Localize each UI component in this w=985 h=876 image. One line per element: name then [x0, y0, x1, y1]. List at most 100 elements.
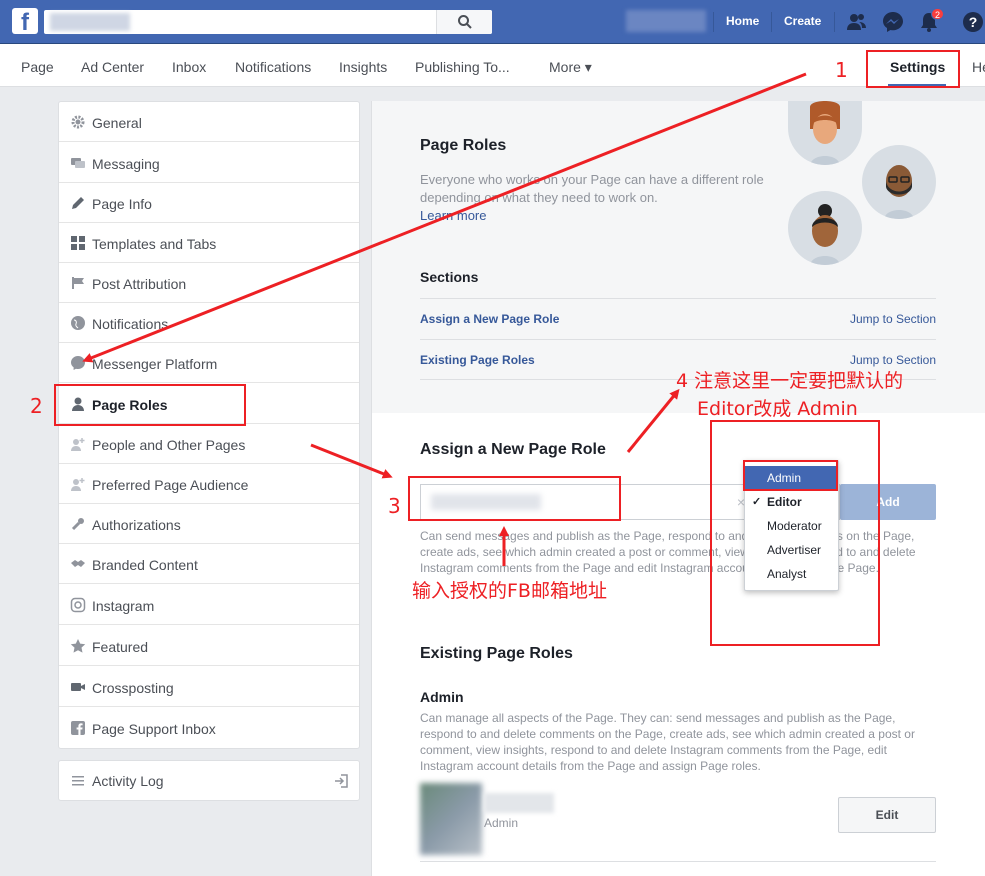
- admin-role-description: Can manage all aspects of the Page. They…: [420, 711, 915, 773]
- sidebar-item-label: Authorizations: [92, 517, 181, 533]
- tab-publishing-tools[interactable]: Publishing To...: [415, 59, 510, 75]
- admin-name-redacted[interactable]: [484, 793, 554, 813]
- tab-page[interactable]: Page: [21, 59, 54, 75]
- sidebar-item-crossposting[interactable]: Crossposting: [59, 667, 359, 707]
- facebook-logo[interactable]: f: [12, 8, 38, 36]
- tab-insights[interactable]: Insights: [339, 59, 387, 75]
- sidebar-item-label: Preferred Page Audience: [92, 477, 249, 493]
- sidebar-item-label: Post Attribution: [92, 276, 187, 292]
- annotation-step-2: 2: [30, 394, 43, 418]
- sidebar-item-label: Templates and Tabs: [92, 236, 217, 252]
- top-navigation-bar: f Home Create 2 ?: [0, 0, 985, 44]
- sidebar-item-notifications[interactable]: Notifications: [59, 303, 359, 343]
- sidebar-item-page-support-inbox[interactable]: Page Support Inbox: [59, 708, 359, 748]
- annotation-step-4-line-2: Editor改成 Admin: [697, 398, 858, 420]
- divider: [771, 12, 772, 32]
- annotation-step-3: 3: [388, 494, 401, 518]
- profile-name-redacted[interactable]: [626, 10, 706, 32]
- page-title: Page Roles: [420, 137, 507, 154]
- learn-more-link[interactable]: Learn more: [420, 208, 486, 223]
- sidebar-item-authorizations[interactable]: Authorizations: [59, 504, 359, 544]
- flag-icon: [72, 277, 84, 289]
- sidebar-item-label: Messenger Platform: [92, 356, 218, 372]
- sidebar-item-branded-content[interactable]: Branded Content: [59, 544, 359, 584]
- sidebar-item-label: Notifications: [92, 316, 169, 332]
- friends-icon[interactable]: [846, 11, 868, 33]
- sidebar-item-templates-and-tabs[interactable]: Templates and Tabs: [59, 223, 359, 263]
- tab-help[interactable]: He: [972, 59, 985, 75]
- edit-button[interactable]: Edit: [838, 797, 936, 833]
- activity-log-button[interactable]: Activity Log: [58, 760, 360, 801]
- section-link-existing[interactable]: Existing Page Roles: [420, 353, 535, 367]
- tab-inbox[interactable]: Inbox: [172, 59, 206, 75]
- sidebar-item-label: Messaging: [92, 156, 160, 172]
- sidebar-item-label: Branded Content: [92, 557, 198, 573]
- highlight-settings-tab: [866, 50, 960, 88]
- activity-log-label: Activity Log: [92, 773, 164, 789]
- tab-more[interactable]: More ▾: [549, 59, 592, 76]
- sidebar-item-page-info[interactable]: Page Info: [59, 183, 359, 223]
- facebook-logo-glyph: f: [21, 9, 29, 36]
- person-avatar-icon: [810, 204, 840, 265]
- video-icon: [71, 683, 85, 691]
- globe-icon: [71, 316, 85, 330]
- highlight-admin-option: [743, 460, 838, 491]
- tab-ad-center[interactable]: Ad Center: [81, 59, 144, 75]
- admin-role-title: Admin: [420, 689, 464, 705]
- person-avatar-icon: [884, 165, 914, 219]
- home-link[interactable]: Home: [726, 14, 759, 28]
- search-text-redacted: [50, 13, 130, 31]
- svg-text:?: ?: [969, 14, 978, 30]
- sidebar-item-label: Featured: [92, 639, 149, 655]
- search-button[interactable]: [436, 10, 492, 34]
- create-link[interactable]: Create: [784, 14, 821, 28]
- person-avatar-icon: [810, 101, 840, 165]
- jump-to-section-link[interactable]: Jump to Section: [850, 353, 936, 367]
- gear-icon: [71, 115, 85, 129]
- list-icon: [72, 776, 84, 786]
- sidebar-item-general[interactable]: General: [59, 102, 359, 142]
- section-row-assign: Assign a New Page Role Jump to Section: [420, 298, 936, 339]
- illustration-person-1: [788, 101, 862, 165]
- wrench-icon: [71, 518, 84, 531]
- sidebar-item-instagram[interactable]: Instagram: [59, 585, 359, 625]
- admin-role-label: Admin: [484, 816, 519, 830]
- assign-role-title: Assign a New Page Role: [420, 441, 606, 458]
- divider: [834, 12, 835, 32]
- instagram-icon: [70, 597, 86, 613]
- illustration-person-2: [862, 145, 936, 219]
- avatar[interactable]: [420, 783, 482, 855]
- jump-to-section-link[interactable]: Jump to Section: [850, 312, 936, 326]
- annotation-email-hint: 输入授权的FB邮箱地址: [412, 580, 607, 602]
- facebook-icon: [71, 721, 85, 735]
- chat-icon: [71, 158, 85, 168]
- section-link-assign[interactable]: Assign a New Page Role: [420, 312, 559, 326]
- tab-notifications[interactable]: Notifications: [235, 59, 311, 75]
- sidebar-item-label: General: [92, 115, 142, 131]
- annotation-step-4: 4 注意这里一定要把默认的: [676, 370, 904, 392]
- sidebar-item-label: Page Info: [92, 196, 152, 212]
- highlight-email-input: [408, 476, 621, 521]
- highlight-role-dropdown: [710, 420, 880, 646]
- sidebar-item-featured[interactable]: Featured: [59, 626, 359, 666]
- people-icon: [71, 478, 85, 491]
- sidebar-item-preferred-page-audience[interactable]: Preferred Page Audience: [59, 464, 359, 504]
- grid-icon: [71, 236, 85, 250]
- highlight-page-roles: [54, 384, 246, 426]
- handshake-icon: [71, 560, 85, 567]
- pencil-icon: [72, 197, 84, 209]
- sidebar-item-label: People and Other Pages: [92, 437, 246, 453]
- sidebar-item-messenger-platform[interactable]: Messenger Platform: [59, 343, 359, 383]
- search-input[interactable]: [44, 10, 492, 34]
- sidebar-item-messaging[interactable]: Messaging: [59, 143, 359, 183]
- annotation-step-1: 1: [835, 58, 848, 82]
- sidebar-item-post-attribution[interactable]: Post Attribution: [59, 263, 359, 303]
- help-icon[interactable]: ?: [962, 11, 984, 33]
- sidebar-item-people-and-other-pages[interactable]: People and Other Pages: [59, 424, 359, 464]
- search-icon: [458, 15, 472, 29]
- sidebar-item-label: Page Support Inbox: [92, 721, 216, 737]
- people-icon: [71, 438, 85, 451]
- messenger-icon[interactable]: [882, 11, 904, 33]
- page-roles-description: Everyone who works on your Page can have…: [420, 171, 770, 225]
- sidebar-item-label: Crossposting: [92, 680, 174, 696]
